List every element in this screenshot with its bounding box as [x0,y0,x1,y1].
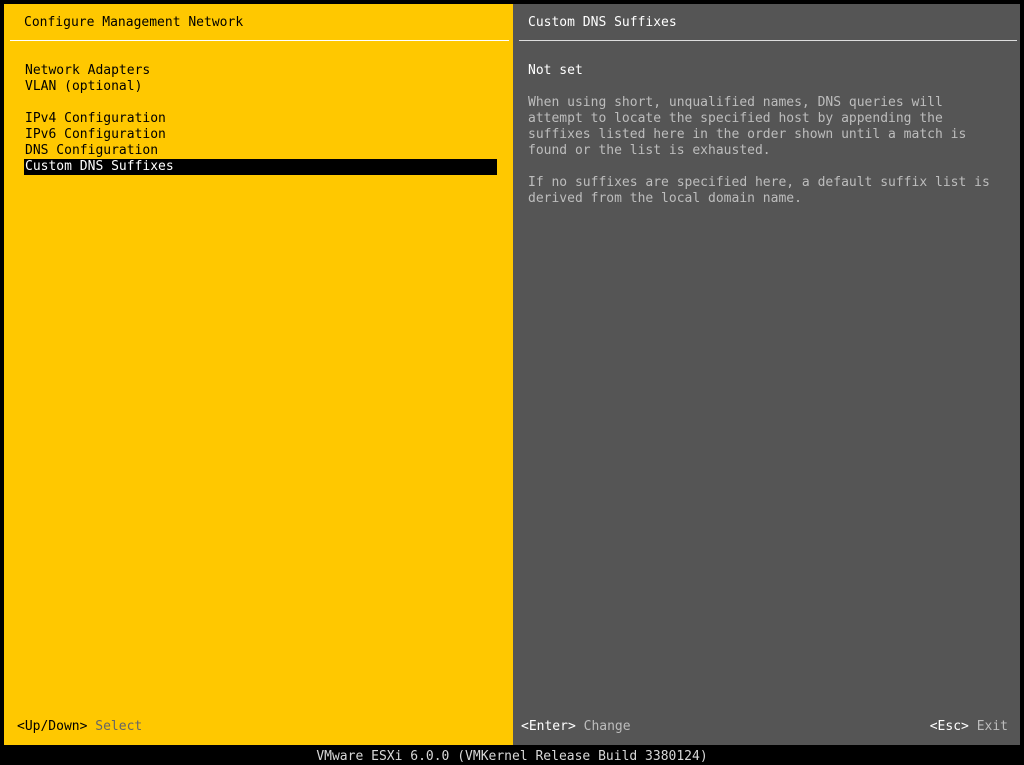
exit-action-label: Exit [976,719,1008,734]
esc-key[interactable]: <Esc> [930,719,969,734]
configuration-menu: Network Adapters VLAN (optional) IPv4 Co… [24,63,497,175]
dialog-frame: Configure Management Network Network Ada… [4,4,1020,745]
detail-pane: Custom DNS Suffixes Not set When using s… [513,4,1020,745]
change-hint: <Enter> Change [521,719,631,735]
enter-key[interactable]: <Enter> [521,719,576,734]
menu-item-ipv4-configuration[interactable]: IPv4 Configuration [24,111,497,127]
select-hint: <Up/Down> Select [17,719,142,735]
menu-pane: Configure Management Network Network Ada… [4,4,513,745]
menu-item-dns-configuration[interactable]: DNS Configuration [24,143,497,159]
select-action-label: Select [95,719,143,734]
dns-suffix-status: Not set [528,63,583,78]
default-suffix-note: If no suffixes are specified here, a def… [528,175,990,206]
description-paragraph: When using short, unqualified names, DNS… [528,95,967,158]
change-action-label: Change [583,719,631,734]
menu-spacer [24,95,497,111]
title-divider [519,40,1017,41]
menu-pane-title: Configure Management Network [24,15,244,30]
esxi-dcui-screen: Configure Management Network Network Ada… [0,0,1024,765]
menu-item-ipv6-configuration[interactable]: IPv6 Configuration [24,127,497,143]
up-down-key[interactable]: <Up/Down> [17,719,87,734]
detail-pane-title: Custom DNS Suffixes [528,15,677,30]
version-status-bar: VMware ESXi 6.0.0 (VMKernel Release Buil… [316,749,708,764]
menu-item-vlan[interactable]: VLAN (optional) [24,79,497,95]
exit-hint: <Esc> Exit [930,719,1008,735]
title-divider [10,40,509,41]
menu-item-network-adapters[interactable]: Network Adapters [24,63,497,79]
menu-item-custom-dns-suffixes[interactable]: Custom DNS Suffixes [24,159,497,175]
